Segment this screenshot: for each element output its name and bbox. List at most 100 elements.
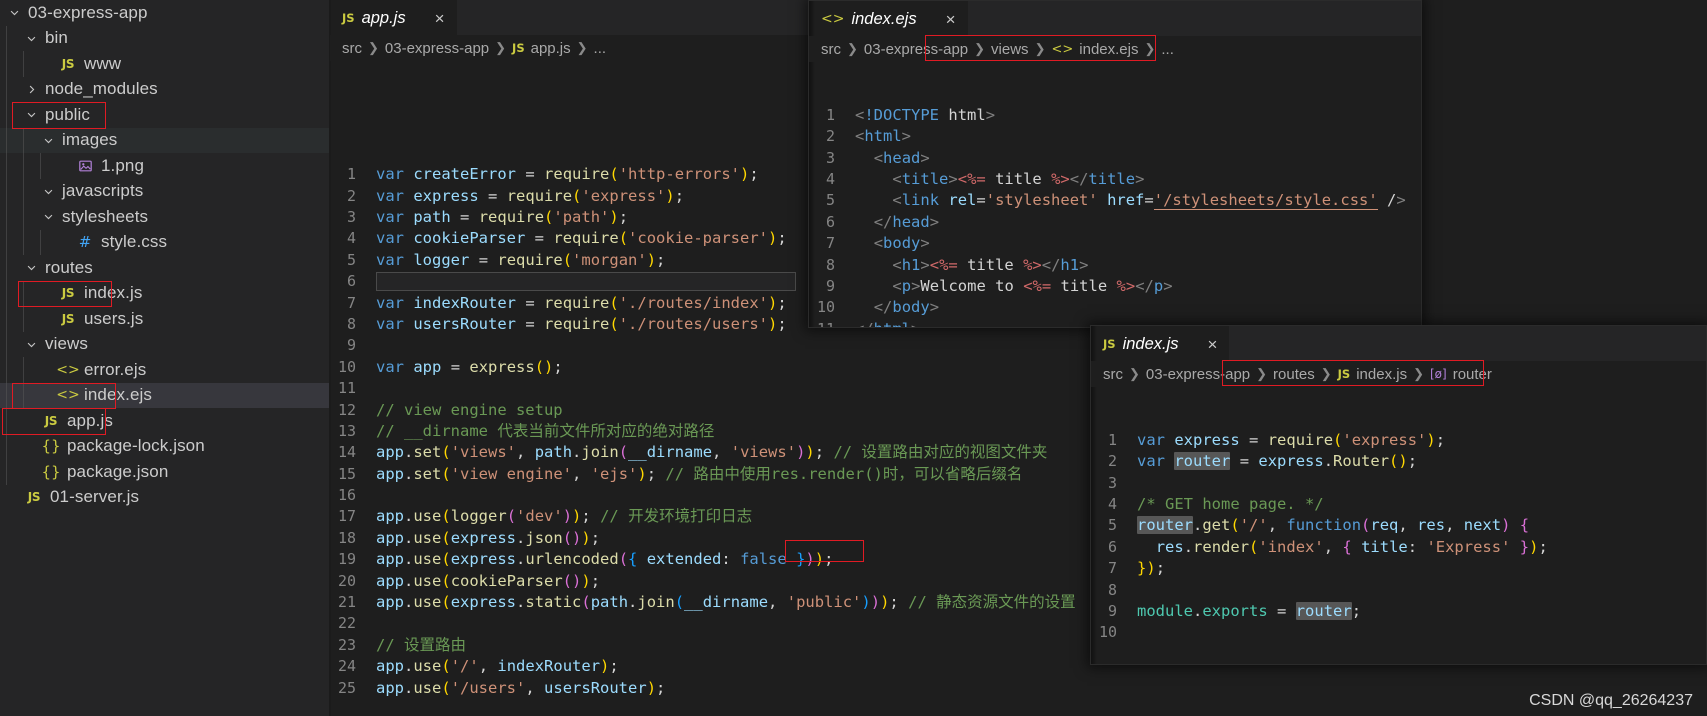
code-line[interactable]: 9 module.exports = router;	[1091, 601, 1706, 622]
file-tree[interactable]: 03-express-app bin JS www node_modules public…	[0, 0, 329, 510]
code-text[interactable]	[376, 485, 385, 506]
tab-indexjs[interactable]: JS index.js ×	[1091, 326, 1230, 361]
code-text[interactable]	[1137, 580, 1146, 601]
code-line[interactable]: 9	[330, 335, 1110, 356]
code-line[interactable]: 8	[1091, 580, 1706, 601]
tree-item-package-lock-json[interactable]: {} package-lock.json	[0, 433, 329, 459]
code-text[interactable]	[1137, 473, 1146, 494]
chevron-down-icon[interactable]	[23, 339, 40, 350]
code-text[interactable]: <body>	[855, 233, 930, 254]
code-text[interactable]	[376, 271, 796, 292]
code-text[interactable]: </body>	[855, 297, 939, 318]
breadcrumb-item[interactable]: 03-express-app	[1146, 366, 1250, 383]
code-line[interactable]: 16	[330, 485, 1110, 506]
code-text[interactable]: <link rel='stylesheet' href='/stylesheet…	[855, 190, 1406, 211]
code-line[interactable]: 2 <html>	[809, 126, 1421, 147]
code-text[interactable]: app.set('view engine', 'ejs'); // 路由中使用r…	[376, 464, 1022, 485]
tree-item-app-js[interactable]: JS app.js	[0, 408, 329, 434]
code-text[interactable]: var indexRouter = require('./routes/inde…	[376, 293, 787, 314]
breadcrumb-indexejs[interactable]: src ❯ 03-express-app ❯ views ❯ <> index.…	[809, 36, 1421, 62]
breadcrumb-item[interactable]: ...	[1161, 41, 1174, 58]
code-text[interactable]: <!DOCTYPE html>	[855, 105, 995, 126]
code-line[interactable]: 13 // __dirname 代表当前文件所对应的绝对路径	[330, 421, 1110, 442]
tab-indexejs[interactable]: <> index.ejs ×	[809, 1, 968, 36]
code-text[interactable]	[376, 335, 385, 356]
breadcrumb-item[interactable]: src	[1103, 366, 1123, 383]
breadcrumb-item[interactable]: src	[821, 41, 841, 58]
chevron-down-icon[interactable]	[40, 135, 57, 146]
tree-item-03-express-app[interactable]: 03-express-app	[0, 0, 329, 26]
code-text[interactable]: var usersRouter = require('./routes/user…	[376, 314, 787, 335]
code-line[interactable]: 14 app.set('views', path.join(__dirname, …	[330, 442, 1110, 463]
tree-item-bin[interactable]: bin	[0, 25, 329, 51]
code-line[interactable]: 15 app.set('view engine', 'ejs'); // 路由中使…	[330, 464, 1110, 485]
code-line[interactable]: 18 app.use(express.json());	[330, 528, 1110, 549]
code-line[interactable]: 3 <head>	[809, 148, 1421, 169]
breadcrumb-item[interactable]: src	[342, 40, 362, 57]
code-text[interactable]: app.set('views', path.join(__dirname, 'v…	[376, 442, 1047, 463]
code-line[interactable]: 4 /* GET home page. */	[1091, 494, 1706, 515]
tree-item-node-modules[interactable]: node_modules	[0, 76, 329, 102]
code-text[interactable]: app.use(cookieParser());	[376, 571, 600, 592]
code-line[interactable]: 10	[1091, 622, 1706, 643]
chevron-down-icon[interactable]	[23, 262, 40, 273]
code-line[interactable]: 9 <p>Welcome to <%= title %></p>	[809, 276, 1421, 297]
code-text[interactable]: var path = require('path');	[376, 207, 628, 228]
code-text[interactable]: /* GET home page. */	[1137, 494, 1324, 515]
tree-item-package-json[interactable]: {} package.json	[0, 459, 329, 485]
code-line[interactable]: 21 app.use(express.static(path.join(__dir…	[330, 592, 1110, 613]
code-line[interactable]: 10 var app = express();	[330, 357, 1110, 378]
tree-item-stylesheets[interactable]: stylesheets	[0, 204, 329, 230]
code-text[interactable]: app.use('/users', usersRouter);	[376, 678, 665, 699]
tabbar-indexejs[interactable]: <> index.ejs ×	[809, 1, 1421, 36]
code-text[interactable]: </html>	[855, 319, 920, 327]
code-text[interactable]: <head>	[855, 148, 930, 169]
breadcrumb-item[interactable]: 03-express-app	[385, 40, 489, 57]
tree-item-01-server-js[interactable]: JS 01-server.js	[0, 485, 329, 511]
code-text[interactable]: var cookieParser = require('cookie-parse…	[376, 228, 787, 249]
code-text[interactable]: app.use(express.json());	[376, 528, 600, 549]
code-text[interactable]: router.get('/', function(req, res, next)…	[1137, 515, 1529, 536]
close-icon[interactable]: ×	[946, 11, 956, 28]
code-line[interactable]: 2 var router = express.Router();	[1091, 451, 1706, 472]
code-text[interactable]: // __dirname 代表当前文件所对应的绝对路径	[376, 421, 714, 442]
code-text[interactable]: </head>	[855, 212, 939, 233]
chevron-down-icon[interactable]	[23, 33, 40, 44]
breadcrumb-item[interactable]: index.js	[1356, 366, 1407, 383]
breadcrumb-item[interactable]: app.js	[531, 40, 571, 57]
tree-item-public[interactable]: public	[0, 102, 329, 128]
code-text[interactable]	[1137, 622, 1146, 643]
code-line[interactable]: 7});	[1091, 558, 1706, 579]
code-text[interactable]: app.use(express.urlencoded({ extended: f…	[376, 549, 833, 570]
breadcrumb-item[interactable]: 03-express-app	[864, 41, 968, 58]
code-text[interactable]: // view engine setup	[376, 400, 563, 421]
editor-pane-indexejs[interactable]: <> index.ejs × src ❯ 03-express-app ❯ vi…	[808, 0, 1422, 328]
code-text[interactable]	[376, 613, 385, 634]
code-text[interactable]: var express = require('express');	[376, 186, 684, 207]
code-text[interactable]: app.use('/', indexRouter);	[376, 656, 619, 677]
breadcrumb-item[interactable]: index.ejs	[1079, 41, 1138, 58]
code-line[interactable]: 11	[330, 378, 1110, 399]
breadcrumb-item[interactable]: router	[1453, 366, 1492, 383]
close-icon[interactable]: ×	[435, 10, 445, 27]
code-line[interactable]: 20 app.use(cookieParser());	[330, 571, 1110, 592]
code-line[interactable]: 19 app.use(express.urlencoded({ extended:…	[330, 549, 1110, 570]
code-line[interactable]: 24 app.use('/', indexRouter);	[330, 656, 1110, 677]
file-explorer-sidebar[interactable]: 03-express-app bin JS www node_modules public…	[0, 0, 330, 716]
code-text[interactable]: <html>	[855, 126, 911, 147]
code-text[interactable]: var createError = require('http-errors')…	[376, 164, 759, 185]
close-icon[interactable]: ×	[1208, 336, 1218, 353]
code-line[interactable]: 5 <link rel='stylesheet' href='/styleshe…	[809, 190, 1421, 211]
tree-item-1-png[interactable]: 1.png	[0, 153, 329, 179]
tree-item-javascripts[interactable]: javascripts	[0, 178, 329, 204]
tree-item-images[interactable]: images	[0, 127, 329, 153]
code-line[interactable]: 3	[1091, 473, 1706, 494]
code-content-indexejs[interactable]: 1 <!DOCTYPE html> 2 <html> 3 <head> 4 <title>…	[809, 62, 1421, 327]
chevron-right-icon[interactable]	[23, 84, 40, 95]
chevron-down-icon[interactable]	[40, 186, 57, 197]
code-line[interactable]: 7 <body>	[809, 233, 1421, 254]
tree-item-www[interactable]: JS www	[0, 51, 329, 77]
chevron-down-icon[interactable]	[23, 109, 40, 120]
tree-item-routes[interactable]: routes	[0, 255, 329, 281]
tree-item-style-css[interactable]: # style.css	[0, 229, 329, 255]
